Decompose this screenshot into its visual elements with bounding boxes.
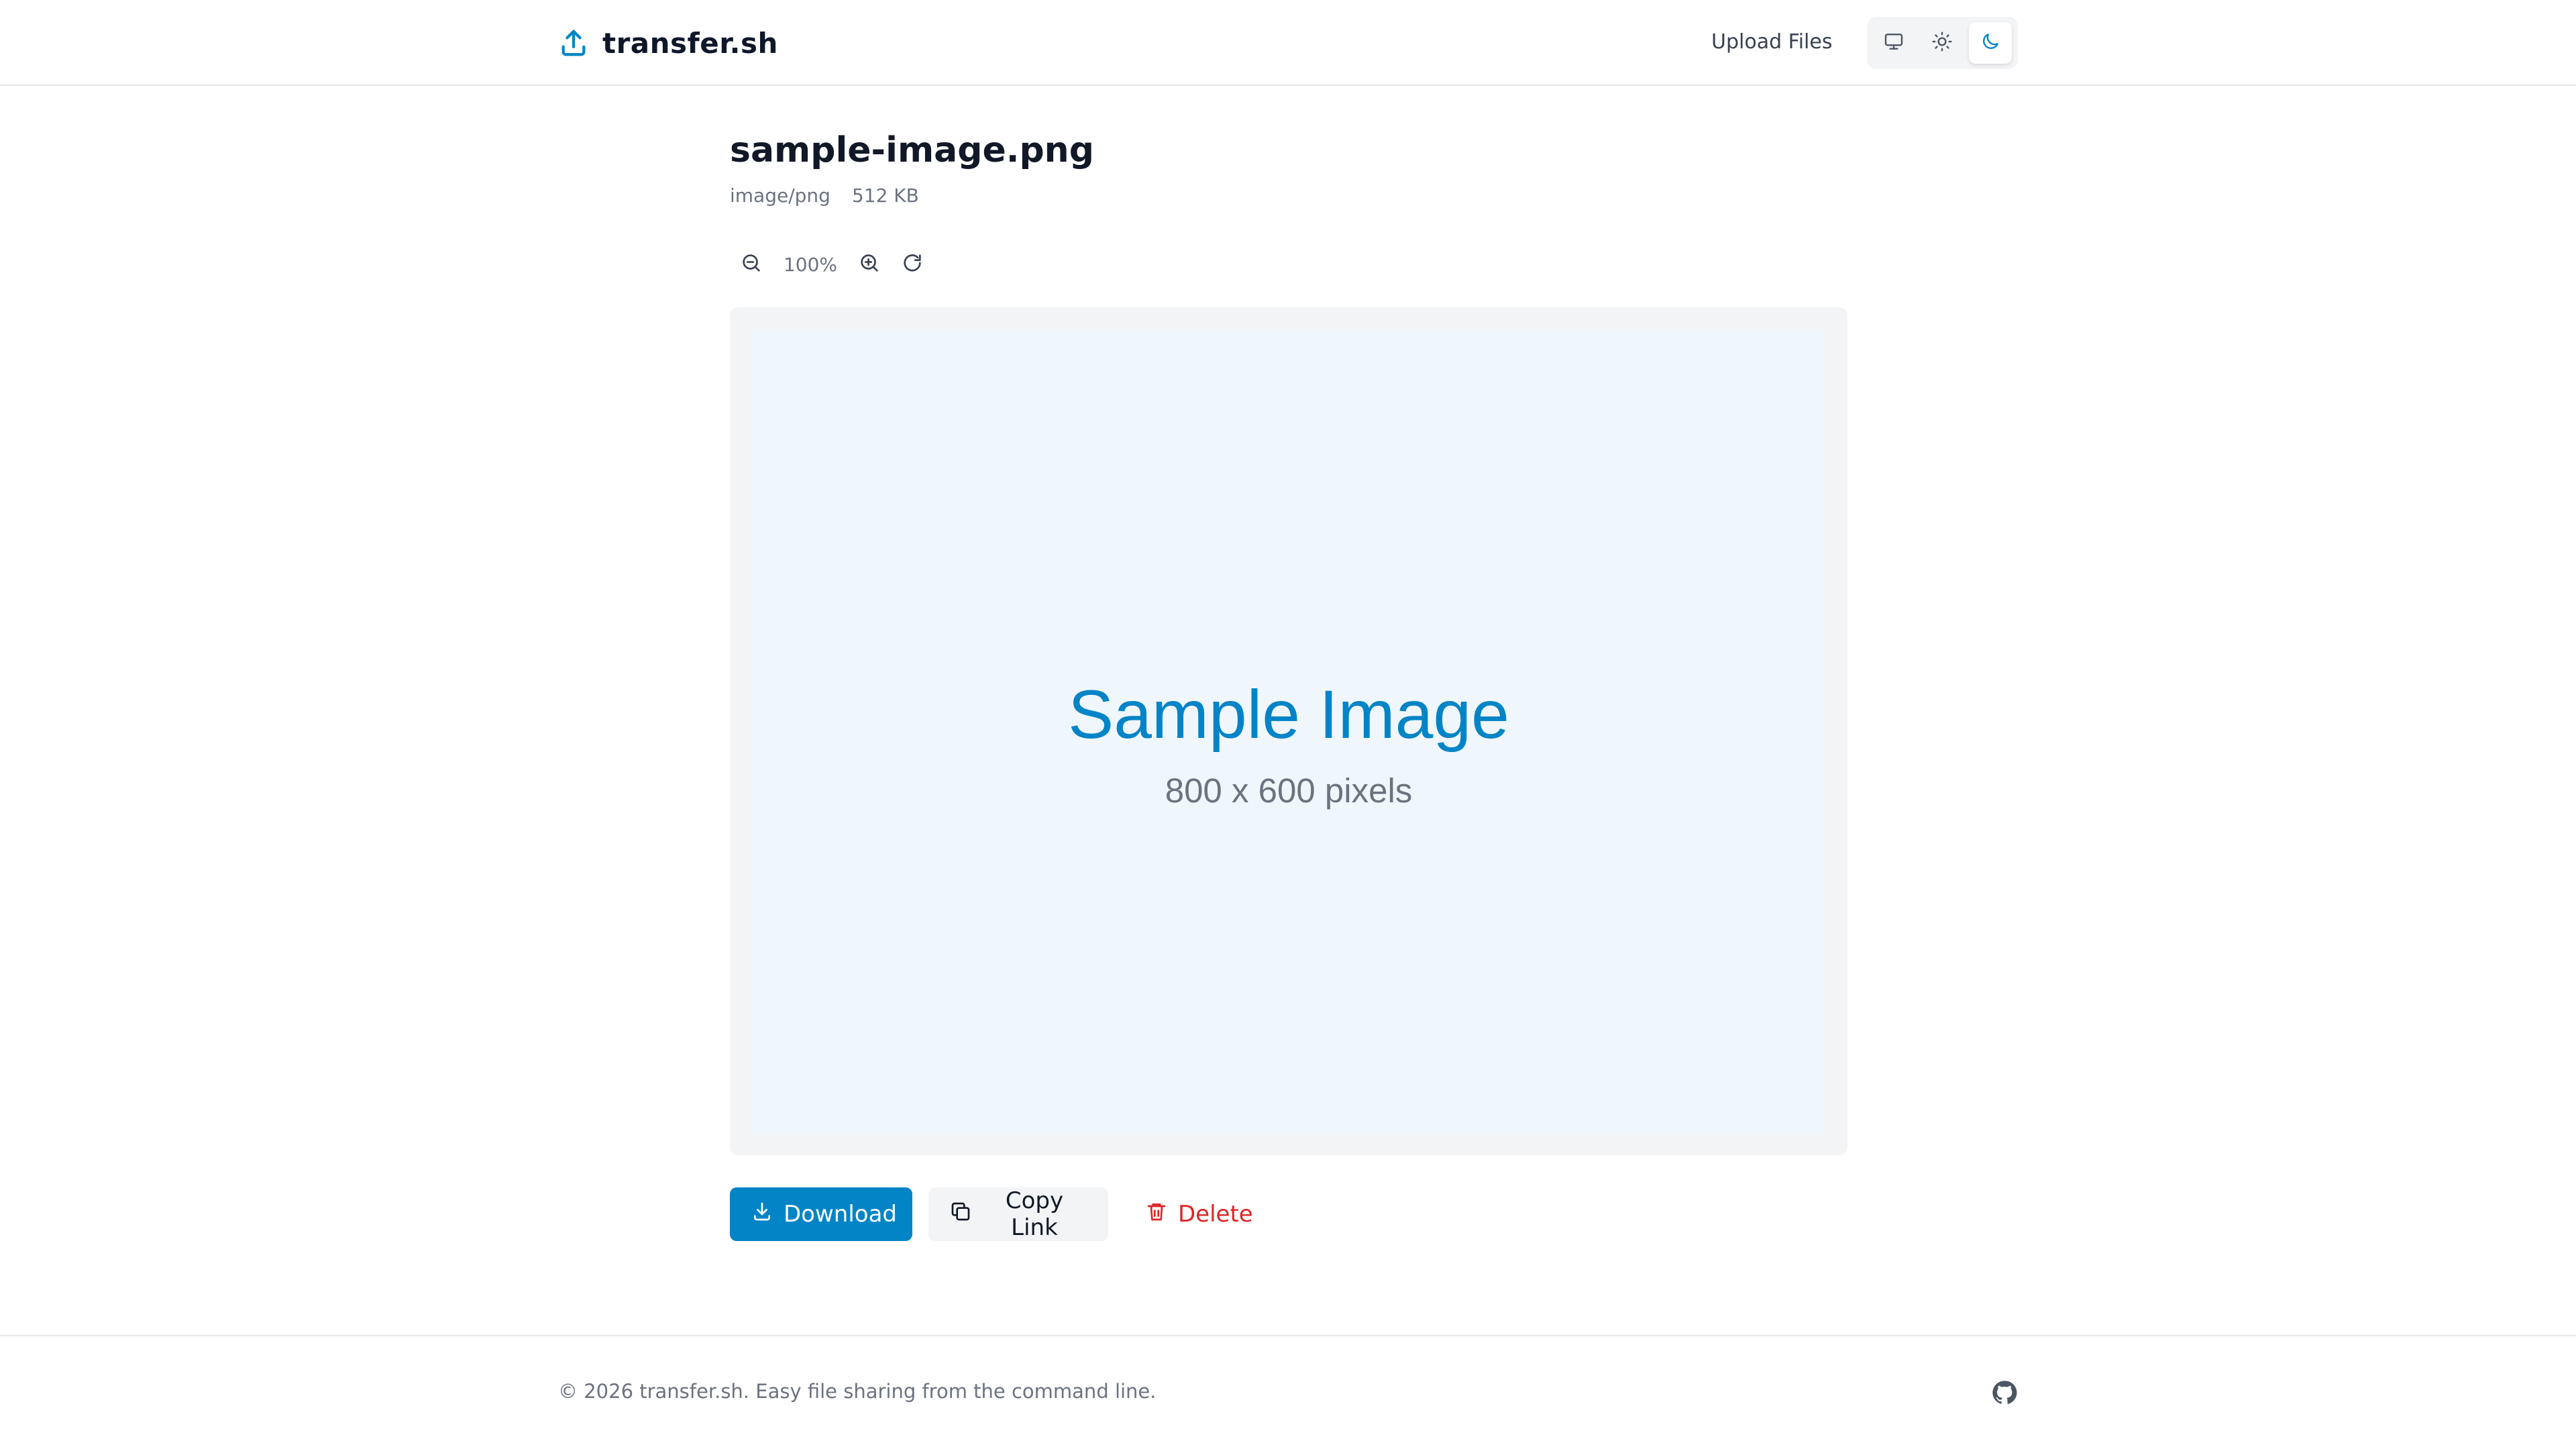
delete-button[interactable]: Delete bbox=[1124, 1187, 1275, 1241]
footer-copyright: © 2026 transfer.sh. Easy file sharing fr… bbox=[558, 1380, 1157, 1403]
monitor-icon bbox=[1883, 31, 1904, 55]
theme-dark-button[interactable] bbox=[1969, 22, 2012, 64]
zoom-in-icon bbox=[858, 252, 881, 277]
preview-image: Sample Image 800 x 600 pixels bbox=[752, 329, 1825, 1134]
upload-files-link[interactable]: Upload Files bbox=[1711, 27, 1832, 58]
theme-system-button[interactable] bbox=[1872, 22, 1915, 64]
download-label: Download bbox=[784, 1201, 898, 1228]
github-link[interactable] bbox=[1991, 1379, 2018, 1406]
file-size: 512 KB bbox=[851, 184, 919, 207]
theme-light-button[interactable] bbox=[1921, 22, 1964, 64]
download-button[interactable]: Download bbox=[730, 1187, 912, 1241]
delete-label: Delete bbox=[1178, 1201, 1253, 1228]
reset-zoom-button[interactable] bbox=[891, 246, 934, 283]
zoom-out-button[interactable] bbox=[730, 246, 773, 283]
copy-link-button[interactable]: Copy Link bbox=[928, 1187, 1108, 1241]
github-icon bbox=[1991, 1381, 2018, 1409]
copy-link-label: Copy Link bbox=[1005, 1187, 1064, 1241]
zoom-level: 100% bbox=[783, 253, 838, 276]
file-meta: image/png 512 KB bbox=[730, 184, 919, 208]
sun-icon bbox=[1931, 31, 1953, 55]
copy-icon bbox=[950, 1201, 971, 1228]
upload-icon bbox=[558, 28, 589, 58]
image-viewer: Sample Image 800 x 600 pixels bbox=[730, 307, 1847, 1155]
theme-switcher bbox=[1867, 17, 2018, 69]
zoom-out-icon bbox=[740, 252, 763, 277]
download-icon bbox=[751, 1201, 773, 1228]
image-title-text: Sample Image bbox=[1068, 676, 1509, 753]
file-mime-type: image/png bbox=[730, 184, 830, 207]
top-header: transfer.sh Upload Files bbox=[0, 0, 2576, 86]
file-name: sample-image.png bbox=[730, 130, 1094, 170]
zoom-toolbar: 100% bbox=[730, 246, 934, 283]
trash-icon bbox=[1146, 1201, 1167, 1228]
file-actions: Download Copy Link Delete bbox=[730, 1187, 1275, 1241]
refresh-icon bbox=[901, 252, 924, 277]
brand-name: transfer.sh bbox=[602, 26, 778, 60]
image-dimensions-text: 800 x 600 pixels bbox=[1165, 771, 1413, 810]
page-footer: © 2026 transfer.sh. Easy file sharing fr… bbox=[0, 1335, 2576, 1449]
zoom-in-button[interactable] bbox=[848, 246, 891, 283]
moon-icon bbox=[1980, 31, 2001, 55]
brand-link[interactable]: transfer.sh bbox=[558, 24, 778, 62]
